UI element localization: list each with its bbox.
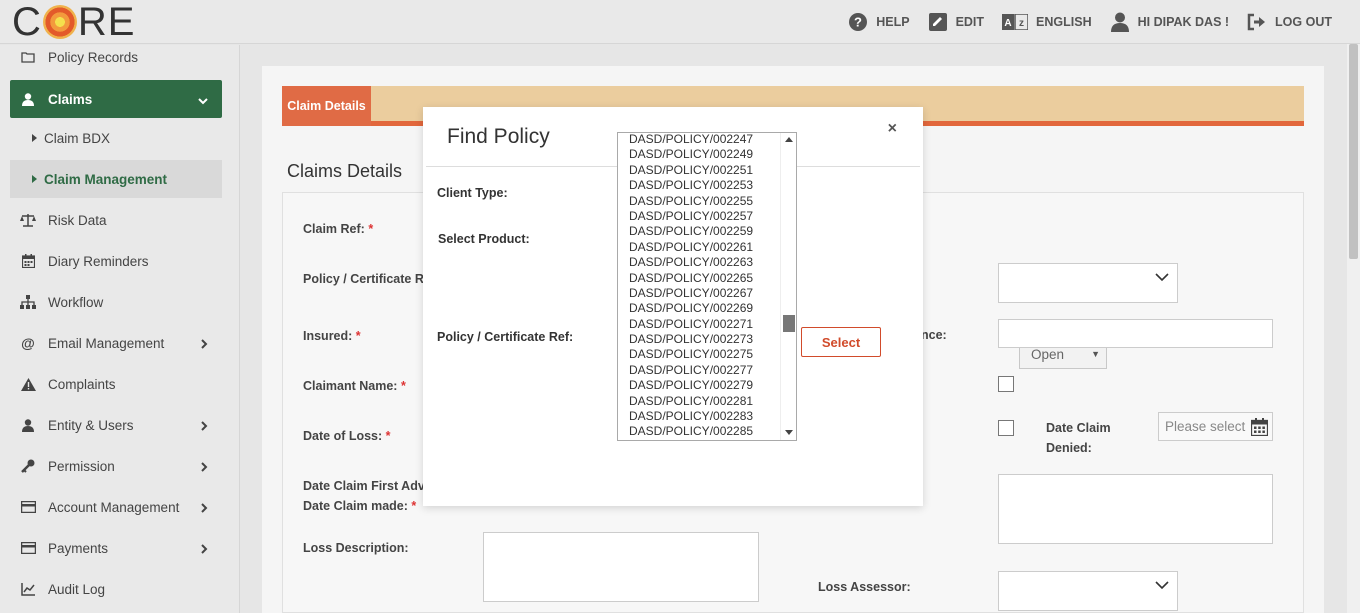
- policy-option[interactable]: DASD/POLICY/002257: [618, 209, 780, 224]
- policy-option[interactable]: DASD/POLICY/002249: [618, 147, 780, 162]
- policy-option[interactable]: DASD/POLICY/002255: [618, 194, 780, 209]
- policy-option[interactable]: DASD/POLICY/002271: [618, 317, 780, 332]
- policy-listbox[interactable]: DASD/POLICY/002247 DASD/POLICY/002249 DASD…: [617, 132, 797, 441]
- policy-option[interactable]: DASD/POLICY/002277: [618, 363, 780, 378]
- modal-title: Find Policy: [447, 125, 550, 148]
- policy-list: DASD/POLICY/002247 DASD/POLICY/002249 DASD…: [618, 133, 780, 440]
- policy-option[interactable]: DASD/POLICY/002247: [618, 133, 780, 147]
- policy-option[interactable]: DASD/POLICY/002263: [618, 255, 780, 270]
- policy-option[interactable]: DASD/POLICY/002281: [618, 394, 780, 409]
- select-product-label: Select Product:: [438, 232, 530, 246]
- select-button[interactable]: Select: [801, 327, 881, 357]
- policy-option[interactable]: DASD/POLICY/002251: [618, 163, 780, 178]
- scroll-down-icon[interactable]: [785, 430, 793, 435]
- policy-ref-label: Policy / Certificate Ref:: [437, 330, 574, 344]
- find-policy-modal: Find Policy × Client Type: Select Produc…: [423, 107, 923, 506]
- policy-option[interactable]: DASD/POLICY/002275: [618, 347, 780, 362]
- policy-option[interactable]: DASD/POLICY/002279: [618, 378, 780, 393]
- policy-option[interactable]: DASD/POLICY/002273: [618, 332, 780, 347]
- listbox-scrollbar[interactable]: [780, 133, 796, 440]
- listbox-scrollbar-thumb[interactable]: [783, 315, 795, 332]
- policy-option[interactable]: DASD/POLICY/002265: [618, 271, 780, 286]
- policy-option[interactable]: DASD/POLICY/002259: [618, 224, 780, 239]
- scroll-up-icon[interactable]: [785, 137, 793, 142]
- policy-option[interactable]: DASD/POLICY/002261: [618, 240, 780, 255]
- policy-option[interactable]: DASD/POLICY/002267: [618, 286, 780, 301]
- policy-option[interactable]: DASD/POLICY/002285: [618, 424, 780, 439]
- policy-option[interactable]: DASD/POLICY/002253: [618, 178, 780, 193]
- close-icon[interactable]: ×: [888, 120, 897, 138]
- client-type-label: Client Type:: [437, 186, 508, 200]
- policy-option[interactable]: DASD/POLICY/002283: [618, 409, 780, 424]
- policy-option[interactable]: DASD/POLICY/002269: [618, 301, 780, 316]
